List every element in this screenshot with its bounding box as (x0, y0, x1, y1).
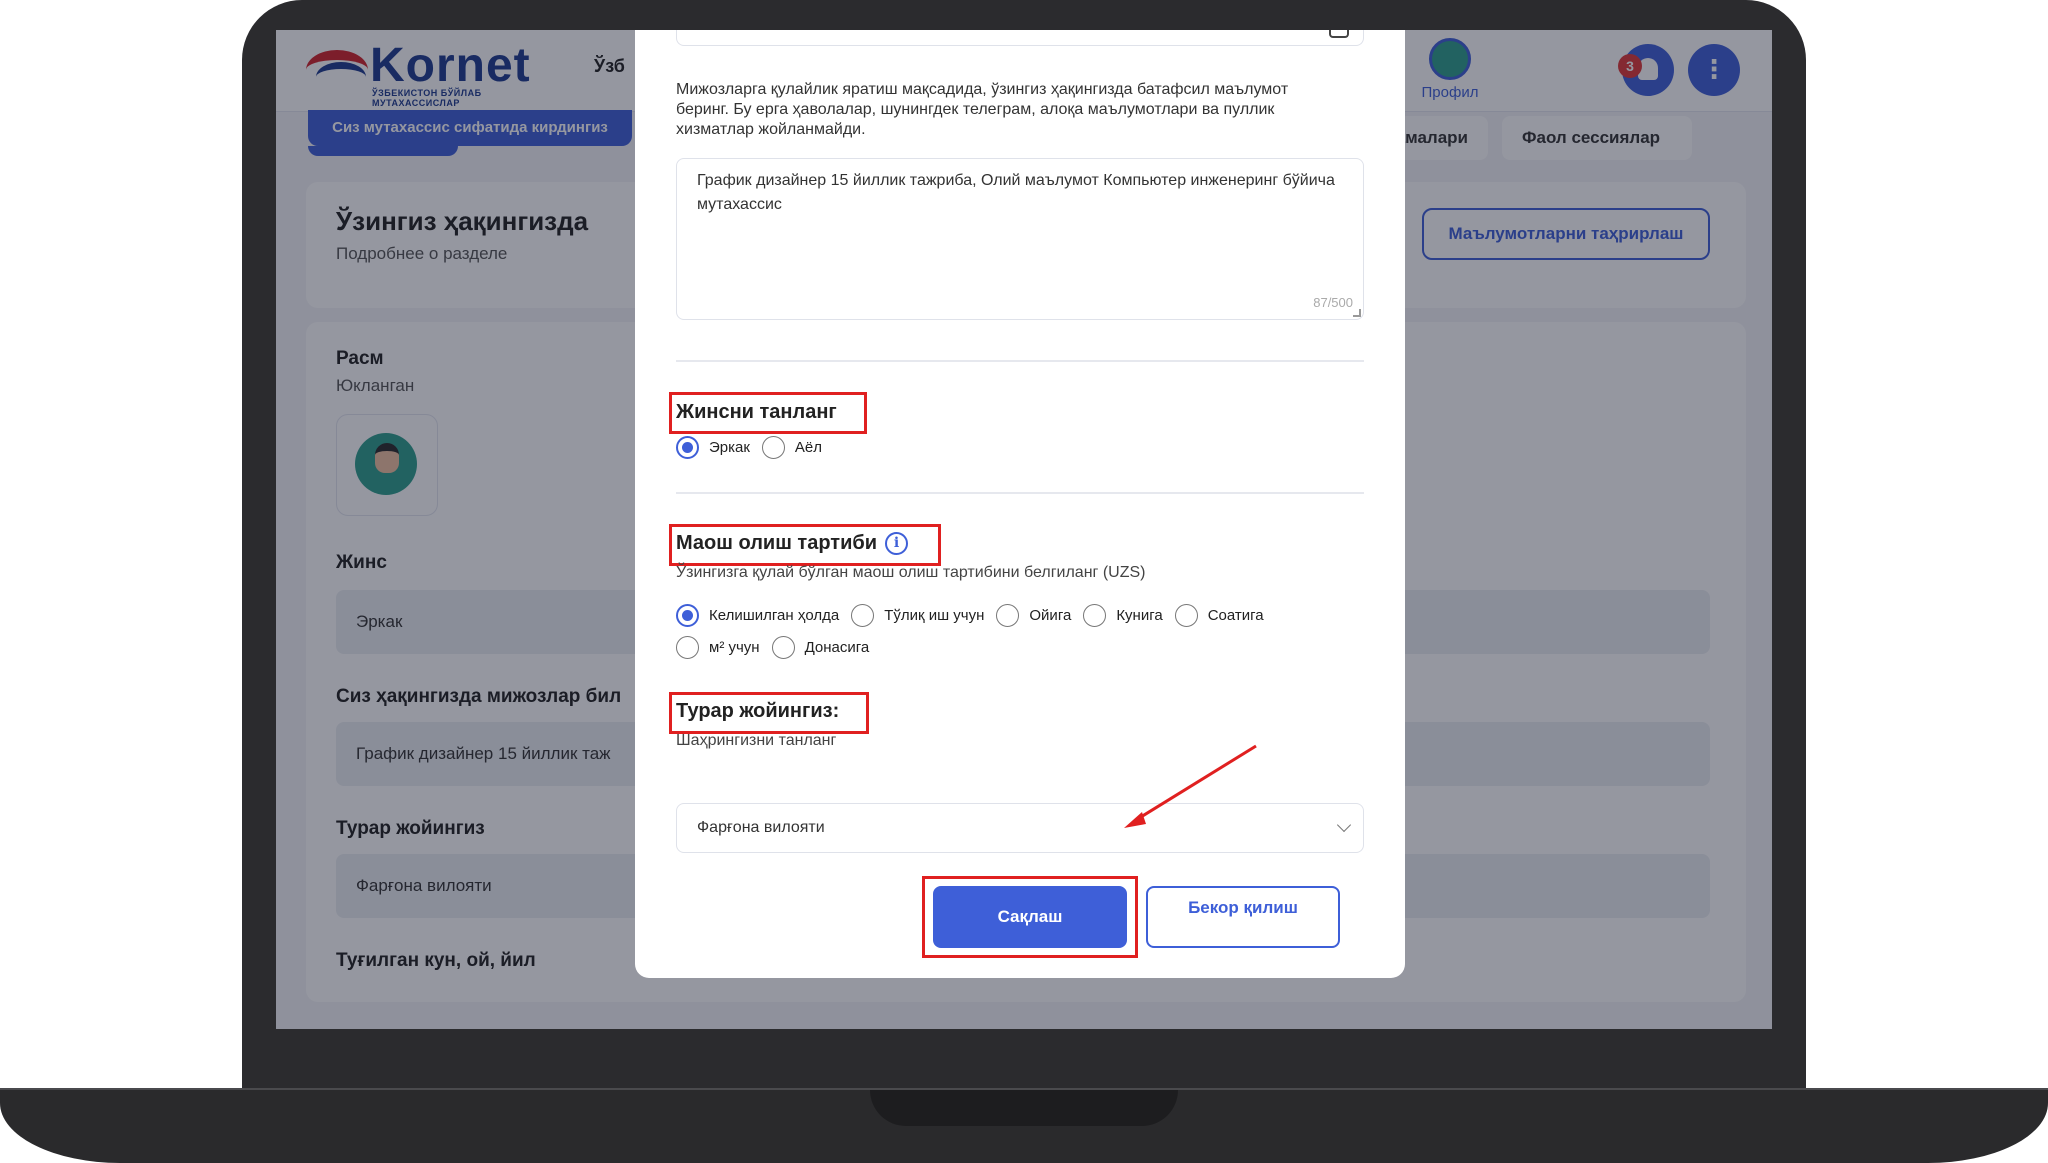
screenshot-stage: Kornet ЎЗБЕКИСТОН БЎЙЛАБ МУТАХАССИСЛАР Ў… (0, 0, 2048, 1163)
divider (676, 360, 1364, 362)
option-label: Келишилган ҳолда (709, 607, 840, 624)
option-label: Тўлиқ иш учун (884, 607, 985, 624)
gender-option-female[interactable]: Аёл (761, 436, 823, 459)
radio-unchecked[interactable] (996, 604, 1020, 627)
salary-title-row: Маош олиш тартиби i (676, 532, 909, 556)
option-label: Ойига (1029, 607, 1072, 624)
salary-radio-group-row2: м² учун Донасига (676, 636, 881, 659)
residence-title: Турар жойингиз: (676, 700, 840, 722)
residence-help: Шаҳрингизни танланг (676, 732, 837, 749)
info-icon[interactable]: i (885, 532, 909, 556)
chevron-down-icon (1336, 817, 1352, 833)
gender-radio-group: Эркак Аёл (676, 436, 834, 459)
gender-title: Жинсни танланг (676, 401, 837, 423)
salary-option-per-piece[interactable]: Донасига (771, 636, 870, 659)
residence-select[interactable]: Фарғона вилояти (676, 803, 1364, 853)
char-counter: 87/500 (1313, 295, 1353, 310)
salary-option-daily[interactable]: Кунига (1083, 604, 1163, 627)
radio-unchecked[interactable] (1174, 604, 1198, 627)
salary-option-negotiable[interactable]: Келишилган ҳолда (676, 604, 839, 627)
salary-option-full-job[interactable]: Тўлиқ иш учун (851, 604, 984, 627)
save-button[interactable]: Сақлаш (933, 886, 1127, 948)
option-label: Соатига (1207, 607, 1264, 624)
radio-unchecked[interactable] (676, 636, 699, 659)
salary-radio-group-row1: Келишилган ҳолда Тўлиқ иш учун Ойига Кун… (676, 604, 1276, 627)
radio-checked[interactable] (676, 604, 699, 627)
option-label: Эркак (709, 439, 750, 456)
option-label: м² учун (709, 639, 760, 656)
laptop-screen: Kornet ЎЗБЕКИСТОН БЎЙЛАБ МУТАХАССИСЛАР Ў… (276, 30, 1772, 1029)
radio-unchecked[interactable] (1083, 604, 1107, 627)
salary-option-hourly[interactable]: Соатига (1174, 604, 1264, 627)
top-field-partial[interactable] (676, 30, 1364, 46)
radio-unchecked[interactable] (771, 636, 795, 659)
option-label: Кунига (1116, 607, 1163, 624)
salary-option-monthly[interactable]: Ойига (996, 604, 1071, 627)
resize-handle-icon[interactable] (1353, 309, 1361, 317)
about-description: Мижозларга қулайлик яратиш мақсадида, ўз… (676, 81, 1289, 138)
option-label: Донасига (804, 639, 870, 656)
laptop-notch (870, 1090, 1178, 1126)
radio-checked[interactable] (676, 436, 699, 459)
divider (676, 492, 1364, 494)
radio-unchecked[interactable] (851, 604, 875, 627)
cancel-button[interactable]: Бекор қилиш (1146, 886, 1340, 948)
option-label: Аёл (794, 439, 823, 456)
salary-title: Маош олиш тартиби (676, 532, 878, 554)
salary-help: Ўзингизга қулай бўлган маош олиш тартиби… (676, 564, 1146, 581)
about-textarea[interactable]: График дизайнер 15 йиллик тажриба, Олий … (676, 158, 1364, 320)
gender-option-male[interactable]: Эркак (676, 436, 750, 459)
edit-about-modal: Мижозларга қулайлик яратиш мақсадида, ўз… (635, 30, 1405, 978)
residence-select-value: Фарғона вилояти (697, 819, 825, 836)
calendar-icon[interactable] (1329, 30, 1349, 38)
salary-option-per-m2[interactable]: м² учун (676, 636, 760, 659)
about-textarea-value: График дизайнер 15 йиллик тажриба, Олий … (697, 172, 1335, 213)
radio-unchecked[interactable] (761, 436, 785, 459)
